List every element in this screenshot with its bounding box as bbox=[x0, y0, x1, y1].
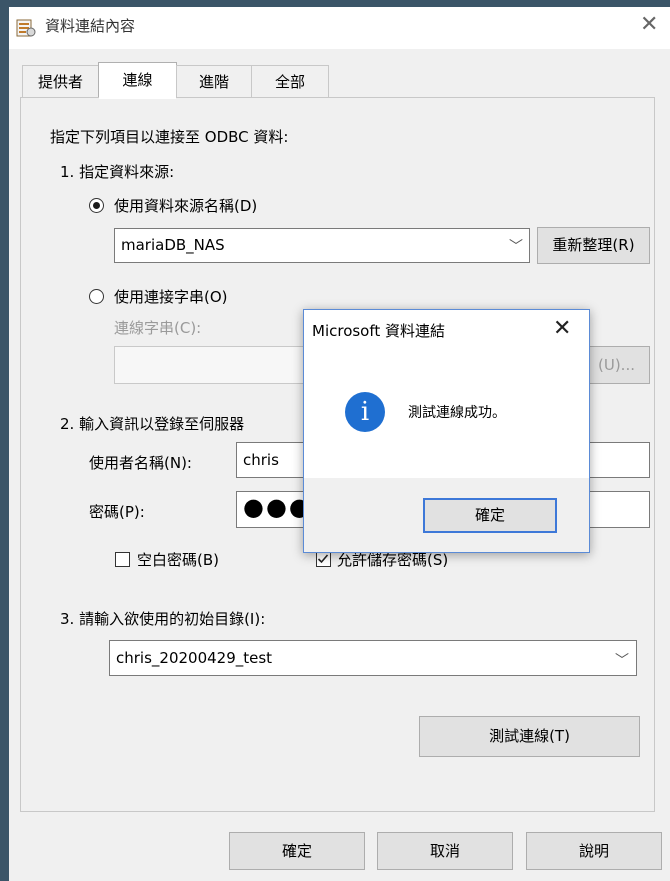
active-tab-joint bbox=[99, 96, 176, 99]
chevron-down-icon[interactable]: ﹀ bbox=[509, 236, 523, 256]
test-connection-button[interactable]: 測試連線(T) bbox=[419, 716, 640, 757]
message-ok-button[interactable]: 確定 bbox=[423, 498, 557, 533]
dsn-select[interactable]: mariaDB_NAS bbox=[114, 228, 530, 263]
blank-password-label: 空白密碼(B) bbox=[137, 551, 219, 569]
dsn-select-value: mariaDB_NAS bbox=[121, 236, 225, 254]
step2-label: 2. 輸入資訊以登錄至伺服器 bbox=[60, 415, 245, 433]
blank-password-checkbox[interactable] bbox=[115, 552, 130, 567]
step3-label: 3. 請輸入欲使用的初始目錄(I): bbox=[60, 610, 266, 628]
message-dialog-title: Microsoft 資料連結 bbox=[312, 322, 446, 340]
connstr-radio[interactable] bbox=[89, 289, 104, 304]
close-icon[interactable]: ✕ bbox=[553, 316, 571, 341]
message-text: 測試連線成功。 bbox=[408, 405, 506, 421]
close-icon[interactable]: ✕ bbox=[640, 12, 658, 37]
instruction-text: 指定下列項目以連接至 ODBC 資料: bbox=[50, 128, 289, 146]
dsn-radio-label: 使用資料來源名稱(D) bbox=[114, 197, 258, 215]
allow-save-password-checkbox[interactable] bbox=[316, 552, 331, 567]
data-link-icon bbox=[16, 19, 36, 37]
step1-label: 1. 指定資料來源: bbox=[60, 163, 175, 181]
initial-catalog-value: chris_20200429_test bbox=[116, 649, 273, 667]
window-frame-left bbox=[0, 0, 9, 881]
password-label: 密碼(P): bbox=[89, 503, 145, 521]
help-button[interactable]: 說明 bbox=[526, 832, 662, 870]
tab-provider[interactable]: 提供者 bbox=[22, 65, 99, 97]
build-button[interactable]: (U)... bbox=[586, 346, 650, 384]
checkmark-icon bbox=[317, 554, 329, 564]
connstr-radio-label: 使用連接字串(O) bbox=[114, 288, 228, 306]
info-icon: i bbox=[345, 392, 385, 432]
tab-connection[interactable]: 連線 bbox=[98, 62, 177, 98]
ok-button[interactable]: 確定 bbox=[229, 832, 365, 870]
initial-catalog-select[interactable]: chris_20200429_test bbox=[109, 640, 637, 676]
chevron-down-icon[interactable]: ﹀ bbox=[615, 650, 629, 670]
dsn-radio[interactable] bbox=[89, 198, 104, 213]
cancel-button[interactable]: 取消 bbox=[377, 832, 513, 870]
connstr-input[interactable] bbox=[114, 346, 314, 384]
window-frame-top bbox=[0, 0, 670, 7]
tab-all[interactable]: 全部 bbox=[251, 65, 329, 97]
refresh-button[interactable]: 重新整理(R) bbox=[537, 227, 650, 264]
tab-advanced[interactable]: 進階 bbox=[176, 65, 252, 97]
window-title: 資料連結內容 bbox=[45, 17, 136, 35]
connstr-label: 連線字串(C): bbox=[114, 319, 202, 337]
username-label: 使用者名稱(N): bbox=[89, 454, 192, 472]
